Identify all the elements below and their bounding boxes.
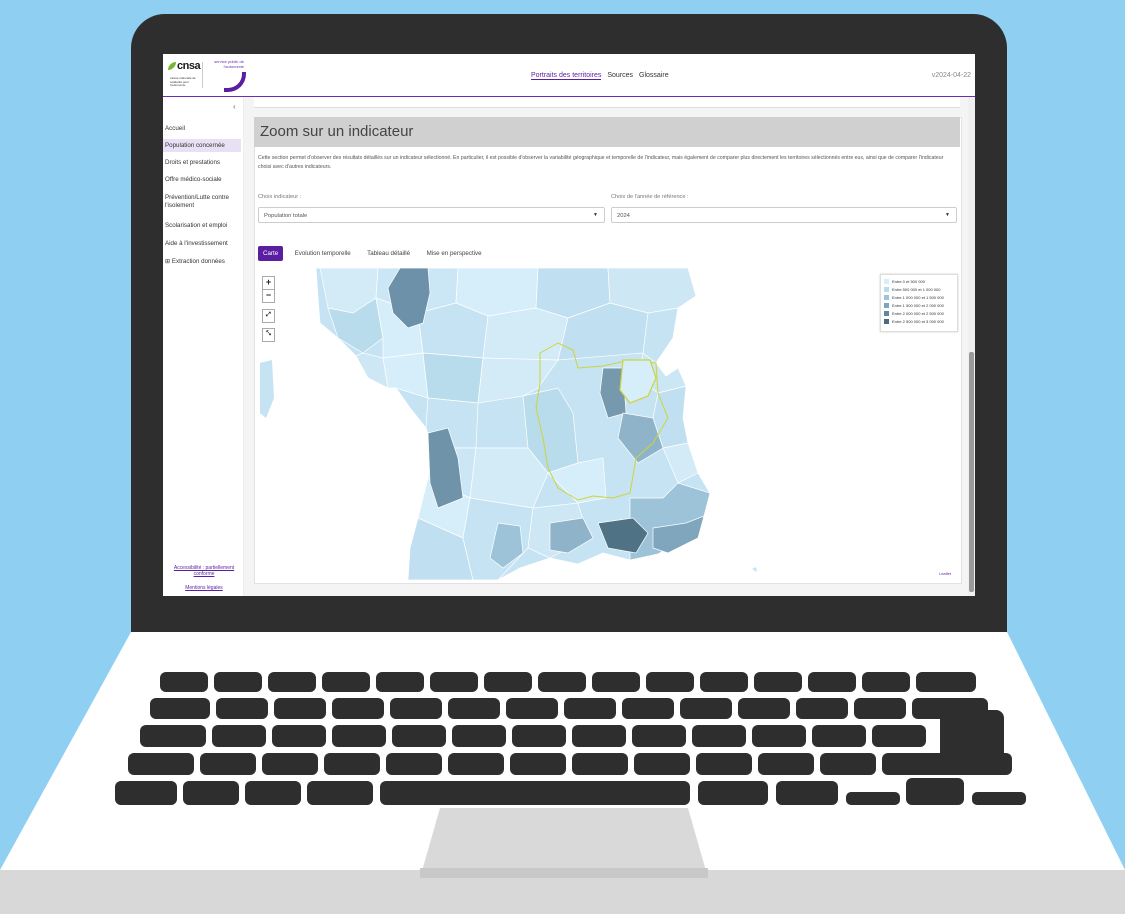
- laptop-base: [0, 632, 1125, 914]
- main-nav: Portraits des territoires Sources Glossa…: [531, 72, 673, 80]
- legend-swatch: [884, 319, 889, 325]
- zoom-in-button[interactable]: +: [262, 276, 275, 290]
- year-label: Choix de l'année de référence :: [611, 194, 689, 200]
- legend-item: Entre 2 000 000 et 2 500 000: [884, 311, 944, 317]
- legend-swatch: [884, 311, 889, 317]
- collapse-sidebar-icon[interactable]: ‹: [233, 102, 236, 111]
- accessibility-link[interactable]: Accessibilité : partiellement conforme: [169, 565, 239, 577]
- view-tabs: Carte Evolution temporelle Tableau détai…: [258, 242, 489, 261]
- leaf-icon: [168, 62, 176, 70]
- page-scrollbar[interactable]: [968, 97, 975, 596]
- logo-divider: [202, 62, 203, 88]
- previous-panel-edge: [254, 97, 960, 108]
- sidebar-item-aide[interactable]: Aide à l'investissement: [165, 240, 241, 248]
- leaflet-attribution[interactable]: Leaflet: [939, 571, 951, 576]
- nav-sources[interactable]: Sources: [607, 72, 633, 79]
- app-header: cnsa caisse nationale de solidarité pour…: [163, 54, 975, 97]
- tab-tableau[interactable]: Tableau détaillé: [362, 246, 415, 261]
- indicator-select[interactable]: Population totale ▼: [258, 207, 605, 223]
- section-header: Zoom sur un indicateur: [254, 117, 960, 147]
- tab-perspective[interactable]: Mise en perspective: [422, 246, 487, 261]
- legend-item: Entre 500 000 et 1 000 000: [884, 287, 940, 293]
- sidebar-item-population[interactable]: Population concernée: [163, 139, 241, 152]
- sidebar-item-extraction-label: Extraction données: [171, 258, 225, 265]
- sidebar-item-prevention[interactable]: Prévention/Lutte contre l'isolement: [165, 194, 241, 210]
- tab-carte[interactable]: Carte: [258, 246, 284, 261]
- section-title: Zoom sur un indicateur: [260, 123, 414, 140]
- indicator-select-value: Population totale: [264, 213, 308, 219]
- sidebar-item-scolarisation[interactable]: Scolarisation et emploi: [165, 222, 241, 230]
- main-content: Zoom sur un indicateur Cette section per…: [244, 97, 975, 596]
- year-select[interactable]: 2024 ▼: [611, 207, 957, 223]
- legal-link[interactable]: Mentions légales: [169, 585, 239, 591]
- sidebar-item-offre[interactable]: Offre médico-sociale: [165, 176, 241, 184]
- legend-item: Entre 2 500 000 et 3 000 000: [884, 319, 944, 325]
- zoom-out-button[interactable]: −: [262, 289, 275, 303]
- laptop-screen: cnsa caisse nationale de solidarité pour…: [163, 54, 975, 596]
- legend-item: Entre 0 et 500 000: [884, 279, 925, 285]
- caret-down-icon: ▼: [593, 212, 598, 218]
- indicator-label: Choix indicateur :: [258, 194, 302, 200]
- sidebar: ‹ Accueil Population concernée Droits et…: [163, 97, 244, 596]
- legend-swatch: [884, 295, 889, 301]
- swoosh-icon: [224, 72, 246, 92]
- tab-evolution[interactable]: Evolution temporelle: [290, 246, 356, 261]
- legend-swatch: [884, 279, 889, 285]
- sidebar-item-droits[interactable]: Droits et prestations: [165, 159, 241, 167]
- caret-down-icon: ▼: [945, 212, 950, 218]
- legend-swatch: [884, 303, 889, 309]
- cnsa-logo-text: cnsa: [177, 60, 201, 72]
- cnsa-logo-subtitle: caisse nationale de solidarité pour l'au…: [170, 76, 196, 87]
- legend-swatch: [884, 287, 889, 293]
- fullscreen-icon[interactable]: ⤢: [262, 309, 275, 323]
- section-description: Cette section permet d'observer des résu…: [258, 155, 944, 170]
- nav-glossaire[interactable]: Glossaire: [639, 72, 669, 79]
- service-public-logo[interactable]: service public de l'autonomie: [206, 59, 246, 92]
- table-icon: ⊞: [165, 258, 171, 265]
- sidebar-item-accueil[interactable]: Accueil: [165, 125, 241, 133]
- reset-view-icon[interactable]: ⤡: [262, 328, 275, 342]
- version-label: v2024-04-22: [931, 72, 971, 79]
- choropleth-map[interactable]: + − ⤢ ⤡ Entre 0 et 500 000 Entre 500 000…: [258, 267, 958, 581]
- service-public-logo-text: service public de l'autonomie: [214, 59, 244, 69]
- legend-item: Entre 1 000 000 et 1 500 000: [884, 295, 944, 301]
- france-map[interactable]: [258, 267, 957, 581]
- year-select-value: 2024: [617, 213, 630, 219]
- legend-item: Entre 1 500 000 et 2 000 000: [884, 303, 944, 309]
- scrollbar-thumb[interactable]: [969, 352, 974, 592]
- sidebar-item-extraction[interactable]: ⊞ Extraction données: [165, 258, 241, 266]
- map-legend: Entre 0 et 500 000 Entre 500 000 et 1 00…: [880, 274, 958, 332]
- cnsa-logo[interactable]: cnsa caisse nationale de solidarité pour…: [168, 60, 201, 90]
- nav-portraits[interactable]: Portraits des territoires: [531, 72, 602, 80]
